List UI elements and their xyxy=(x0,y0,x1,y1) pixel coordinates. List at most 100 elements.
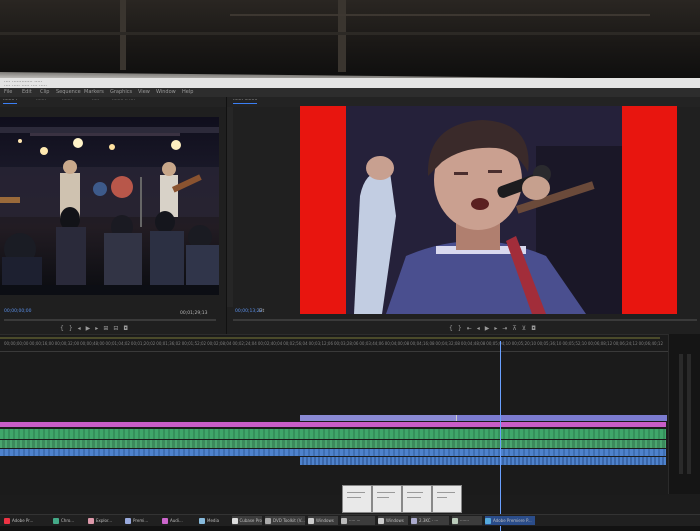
taskbar-item[interactable]: 2.3KC · ··· xyxy=(411,516,449,525)
step-forward-icon[interactable]: ▸ xyxy=(95,325,98,333)
mark-in-icon[interactable]: { xyxy=(60,325,64,333)
chrome-icon xyxy=(53,517,59,524)
media-icon xyxy=(199,517,205,524)
audio-meter-bar xyxy=(687,354,691,474)
ruler-tick-label: 00;01;52;02 xyxy=(181,341,207,346)
taskbar-item-label: Adobe Premiere P... xyxy=(493,518,532,523)
mark-out-icon[interactable]: } xyxy=(69,325,73,333)
menu-view[interactable]: View xyxy=(138,89,150,95)
ruler-tick-label: 00;00;16;00 xyxy=(29,341,54,346)
window-icon xyxy=(411,517,417,524)
ruler-tick-label: 00;03;12;06 xyxy=(308,341,334,346)
audio-clip-a3[interactable] xyxy=(0,449,666,456)
ruler-tick-label: 00;02;40;04 xyxy=(257,341,283,346)
premiere-icon xyxy=(485,517,491,524)
taskbar-item[interactable]: ······· xyxy=(452,516,482,525)
menu-markers[interactable]: Markers xyxy=(84,89,104,95)
source-monitor-panel: ········ · ······· ······· ····· ·······… xyxy=(0,97,227,342)
ruler-tick-label: 00;00;00;00 xyxy=(4,341,29,346)
taskbar-item[interactable]: Explor... xyxy=(88,516,122,525)
timeline-ruler[interactable]: 00;00;00;00 00;00;16;00 00;00;32;00 00;00;4… xyxy=(0,341,668,352)
tab-audio-mixer[interactable]: ······· xyxy=(62,98,72,103)
insert-icon[interactable]: ⊞ xyxy=(103,325,108,333)
ruler-tick-label: 00;06;08;12 xyxy=(587,341,613,346)
menu-clip[interactable]: Clip xyxy=(40,89,49,95)
taskbar-item[interactable]: ····· ··· xyxy=(341,516,375,525)
tab-source[interactable]: ········ · xyxy=(3,98,18,104)
ruler-tick-label: 00;04;00;08 xyxy=(384,341,410,346)
windows-taskbar: Adobe Pr... Chro... Explor... Premi... Audi.… xyxy=(0,514,700,526)
tab-program[interactable]: ······· ········· xyxy=(233,98,258,104)
tab-metadata[interactable]: ····· xyxy=(92,98,99,103)
program-video-image xyxy=(346,106,622,314)
window-preview-thumbnail[interactable] xyxy=(372,485,402,513)
source-video-frame xyxy=(0,117,219,295)
premiere-window: ···· ············· ····· ···· ····· ····… xyxy=(0,78,700,531)
camera-icon[interactable]: ◘ xyxy=(531,325,536,333)
menu-edit[interactable]: Edit xyxy=(22,89,32,95)
go-to-in-icon[interactable]: ⇤ xyxy=(467,325,472,333)
taskbar-item[interactable]: Cubase Pro xyxy=(232,516,262,525)
audio-clip-a2[interactable] xyxy=(0,440,666,448)
tab-effect-controls[interactable]: ······· xyxy=(36,98,46,103)
taskbar-item[interactable]: Premi... xyxy=(125,516,159,525)
menu-help[interactable]: Help xyxy=(182,89,193,95)
ruler-tick-label: 00;05;04;10 xyxy=(486,341,511,346)
window-icon xyxy=(265,517,271,524)
mark-in-icon[interactable]: { xyxy=(449,325,453,333)
menu-sequence[interactable]: Sequence xyxy=(56,89,81,95)
audio-clip-a1[interactable] xyxy=(0,429,666,439)
playhead[interactable] xyxy=(500,341,501,531)
taskbar-item[interactable]: Audi... xyxy=(162,516,196,525)
source-scrub-bar[interactable] xyxy=(4,319,216,321)
step-back-icon[interactable]: ◂ xyxy=(78,325,81,333)
taskbar-item-label: Windows xyxy=(316,518,334,523)
timeline-panel: 00;00;00;00 00;00;16;00 00;00;32;00 00;00;4… xyxy=(0,334,668,531)
work-area-bar[interactable] xyxy=(0,337,660,339)
source-timecode-in: 00;00;00;00 xyxy=(4,309,32,314)
window-preview-thumbnail[interactable] xyxy=(342,485,372,513)
taskbar-item[interactable]: Windows xyxy=(378,516,408,525)
ruler-tick-label: 00;04;48;08 xyxy=(460,341,486,346)
extract-icon[interactable]: ⊻ xyxy=(522,325,526,333)
program-fit-dropdown[interactable]: Fit xyxy=(259,309,264,314)
step-back-icon[interactable]: ◂ xyxy=(477,325,480,333)
menu-window[interactable]: Window xyxy=(156,89,176,95)
taskbar-item[interactable]: Adobe Premiere P... xyxy=(485,516,535,525)
folder-icon xyxy=(88,517,94,524)
taskbar-item[interactable]: Windows xyxy=(308,516,338,525)
window-icon xyxy=(378,517,384,524)
ruler-tick-label: 00;05;52;10 xyxy=(562,341,587,346)
audio-clip-a4[interactable] xyxy=(300,457,666,465)
tab-audio-clip-mixer[interactable]: ········ ·· ···· xyxy=(112,98,135,103)
menu-graphics[interactable]: Graphics xyxy=(110,89,132,95)
menu-file[interactable]: File xyxy=(4,89,12,95)
taskbar-item[interactable]: Chro... xyxy=(53,516,85,525)
go-to-out-icon[interactable]: ⇥ xyxy=(502,325,507,333)
play-icon[interactable]: ▶ xyxy=(485,325,490,333)
ruler-tick-label: 00;05;36;10 xyxy=(537,341,562,346)
ruler-tick-label: 00;03;28;06 xyxy=(334,341,359,346)
video-clip-header[interactable] xyxy=(456,415,667,421)
source-transport-controls: { } ◂ ▶ ▸ ⊞ ⊟ ◘ xyxy=(60,325,128,333)
ruler-tick-label: 00;05;20;10 xyxy=(511,341,537,346)
play-icon[interactable]: ▶ xyxy=(86,325,91,333)
taskbar-item[interactable]: DVD Toolkit (V... xyxy=(265,516,305,525)
adjustment-clip[interactable] xyxy=(0,422,666,427)
taskbar-item[interactable]: Media xyxy=(199,516,229,525)
ruler-tick-label: 00;04;32;08 xyxy=(435,341,460,346)
ruler-tick-label: 00;01;36;02 xyxy=(156,341,181,346)
window-preview-thumbnail[interactable] xyxy=(402,485,432,513)
step-forward-icon[interactable]: ▸ xyxy=(494,325,497,333)
program-scrub-bar[interactable] xyxy=(233,319,697,321)
taskbar-item[interactable]: Adobe Pr... xyxy=(4,516,50,525)
mark-out-icon[interactable]: } xyxy=(458,325,462,333)
ruler-tick-label: 00;01;04;02 xyxy=(105,341,130,346)
ruler-tick-label: 00;00;32;00 xyxy=(54,341,80,346)
window-preview-thumbnail[interactable] xyxy=(432,485,462,513)
camera-icon[interactable]: ◘ xyxy=(123,325,128,333)
ruler-tick-label: 00;02;24;04 xyxy=(232,341,257,346)
lift-icon[interactable]: ⊼ xyxy=(512,325,516,333)
overwrite-icon[interactable]: ⊟ xyxy=(113,325,118,333)
program-tool-strip xyxy=(227,107,233,307)
